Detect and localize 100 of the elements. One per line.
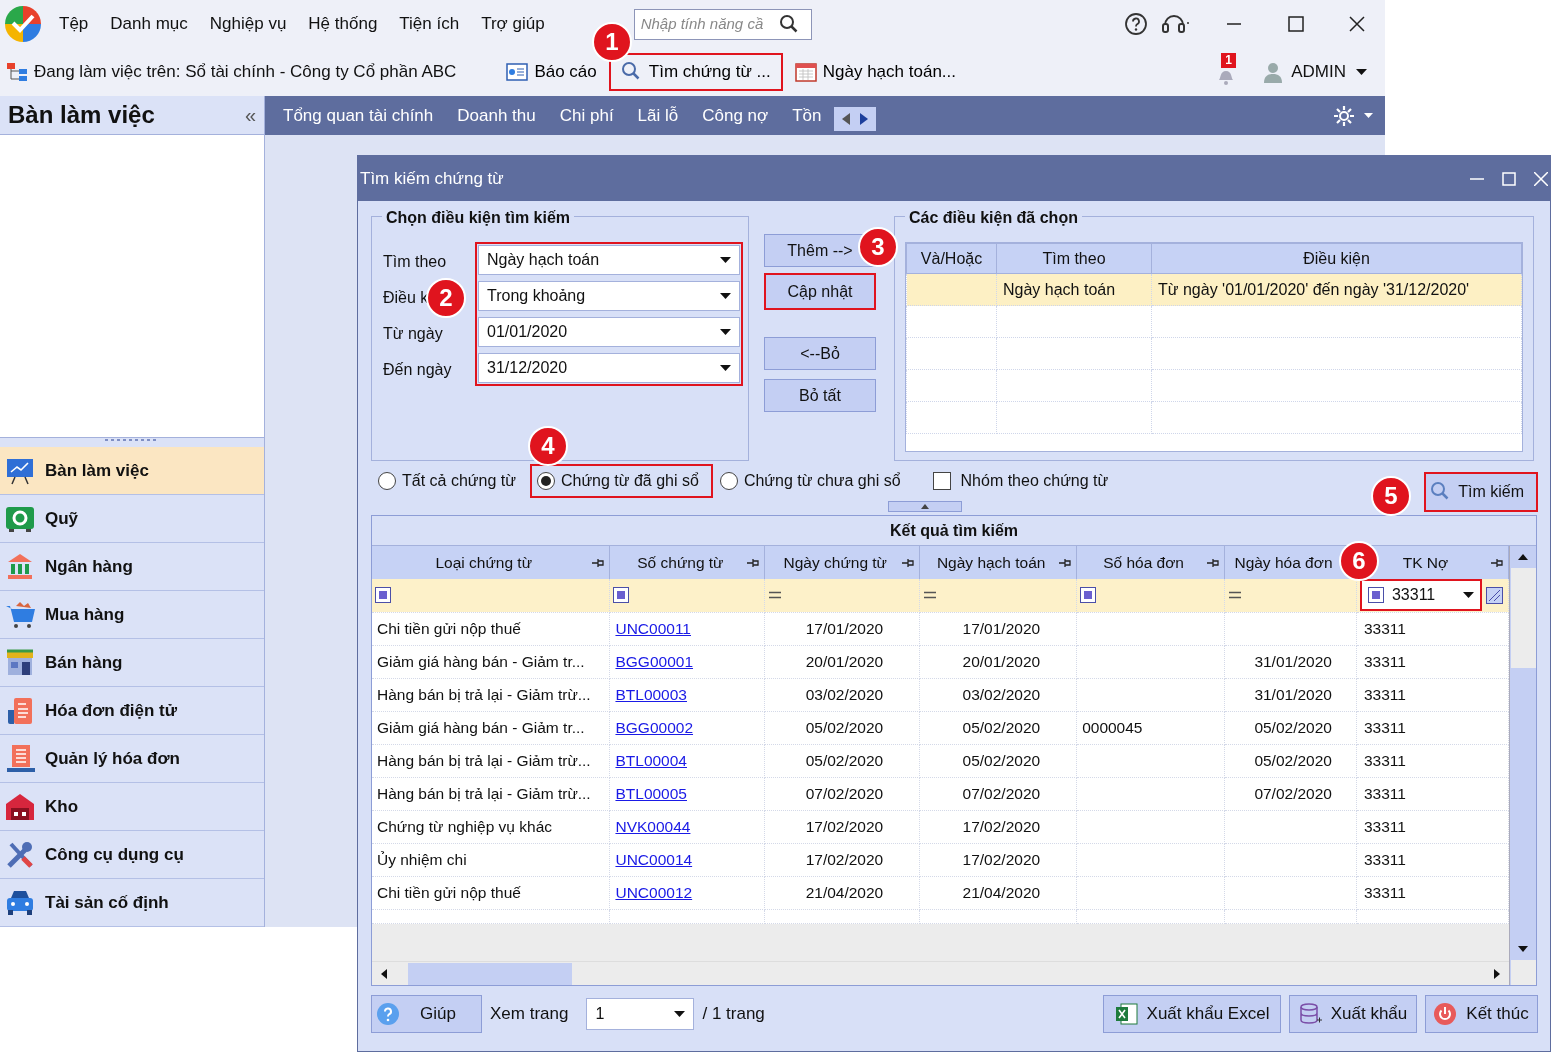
dropdown-field[interactable]: Trong khoảng: [478, 281, 740, 311]
pin-icon[interactable]: [746, 557, 761, 568]
table-cell: 17/02/2020: [919, 843, 1077, 876]
pin-icon[interactable]: [1058, 557, 1073, 568]
checkbox[interactable]: [932, 472, 951, 490]
sidebar-item[interactable]: Quản lý hóa đơn: [0, 735, 264, 783]
condition-row[interactable]: Ngày hạch toán Từ ngày '01/01/2020' đến ngày '31/12/2020': [906, 273, 1522, 306]
dashboard-tab[interactable]: Chi phí: [547, 102, 626, 129]
sidebar-item[interactable]: Mua hàng: [0, 591, 264, 639]
equals-icon[interactable]: [923, 591, 938, 600]
pin-icon[interactable]: [1490, 557, 1504, 568]
pin-icon[interactable]: [1206, 557, 1220, 568]
collapse-button[interactable]: «: [244, 100, 256, 130]
document-link[interactable]: BGG00001: [615, 652, 693, 670]
dashboard-tab[interactable]: Doanh thu: [445, 102, 548, 129]
document-link[interactable]: BTL00005: [615, 784, 687, 802]
horizontal-scrollbar[interactable]: [372, 961, 1509, 985]
document-link[interactable]: BTL00003: [615, 685, 687, 703]
pin-icon[interactable]: [901, 557, 916, 568]
action-button[interactable]: Cập nhật: [764, 273, 876, 310]
footer-button[interactable]: Xuất khẩu: [1289, 995, 1417, 1033]
document-link[interactable]: UNC00011: [615, 619, 691, 637]
panel-title: Kết quả tìm kiếm: [372, 516, 1536, 546]
menu-item[interactable]: Trợ giúp: [470, 11, 556, 37]
menu-item[interactable]: Tệp: [48, 11, 100, 37]
document-icon: [5, 695, 35, 726]
toolbar-button[interactable]: Ngày hạch toán...: [782, 53, 968, 91]
dropdown-field[interactable]: 01/01/2020: [478, 317, 740, 347]
document-link[interactable]: BGG00002: [615, 718, 693, 736]
dashboard-tab[interactable]: Tồn: [780, 102, 834, 129]
dropdown-field[interactable]: Ngày hạch toán: [478, 245, 740, 275]
search-button[interactable]: Tìm kiếm: [1424, 472, 1538, 512]
radio-label: Chứng từ đã ghi sổ: [560, 471, 699, 491]
dashboard-tab[interactable]: Tổng quan tài chính: [271, 102, 446, 129]
footer-button[interactable]: Xuất khẩu Excel: [1103, 995, 1281, 1033]
action-button[interactable]: <--Bỏ: [764, 337, 876, 370]
report-icon: [506, 63, 529, 81]
radio-button[interactable]: [719, 472, 738, 490]
equals-icon[interactable]: [768, 591, 783, 600]
sidebar-item[interactable]: Ngân hàng: [0, 543, 264, 591]
vertical-scrollbar[interactable]: [1509, 546, 1536, 985]
radio-button[interactable]: [536, 472, 555, 490]
sidebar-item[interactable]: Bán hàng: [0, 639, 264, 687]
equals-icon[interactable]: [1228, 591, 1242, 600]
tab-scroll-buttons[interactable]: [833, 106, 876, 131]
help-icon[interactable]: [1124, 12, 1148, 36]
action-button[interactable]: Bỏ tất: [764, 379, 876, 412]
page-dropdown[interactable]: 1: [586, 998, 695, 1030]
column-header: Tìm theo: [996, 243, 1152, 274]
footer-button[interactable]: Kết thúc: [1425, 995, 1538, 1033]
filter-operator-icon[interactable]: [375, 587, 391, 604]
table-cell: 33311: [1356, 777, 1509, 810]
sidebar-item[interactable]: Bàn làm việc: [0, 447, 264, 495]
table-cell: 17/02/2020: [764, 810, 920, 843]
table-cell: 05/02/2020: [919, 711, 1077, 744]
clear-filter-icon[interactable]: [1485, 586, 1503, 604]
caret-icon: [1364, 113, 1373, 118]
scrollbar-thumb[interactable]: [1510, 568, 1536, 668]
document-link[interactable]: UNC00012: [615, 883, 693, 901]
help-button[interactable]: Giúp: [371, 995, 482, 1033]
dropdown-field[interactable]: 31/12/2020: [478, 353, 740, 383]
radio-button[interactable]: [378, 472, 396, 490]
sidebar-item[interactable]: Tài sản cố định: [0, 879, 264, 927]
dashboard-tab[interactable]: Công nợ: [690, 102, 781, 129]
user-menu[interactable]: ADMIN: [1291, 59, 1346, 85]
notification-badge: 1: [1221, 53, 1236, 68]
page-total: / 1 trang: [702, 1003, 765, 1026]
sidebar-item[interactable]: Công cụ dụng cụ: [0, 831, 264, 879]
scrollbar-thumb[interactable]: [408, 962, 572, 985]
page-label: Xem trang: [490, 1003, 569, 1026]
filter-operator-icon[interactable]: [613, 587, 630, 604]
menu-item[interactable]: Tiện ích: [388, 11, 471, 37]
sidebar-title: Bàn làm việc: [8, 100, 155, 130]
close-icon[interactable]: [1349, 16, 1365, 32]
sidebar-item[interactable]: Quỹ: [0, 495, 264, 543]
collapse-handle[interactable]: [887, 501, 962, 512]
table-cell: 07/02/2020: [764, 777, 920, 810]
filter-operator-icon[interactable]: [1080, 587, 1097, 604]
document-link[interactable]: NVK00044: [615, 817, 691, 835]
table-cell: Hàng bán bị trả lại - Giảm trừ...: [372, 777, 610, 810]
table-cell: 33311: [1356, 810, 1509, 843]
table-cell: 17/01/2020: [764, 612, 920, 645]
menu-item[interactable]: Danh mục: [99, 11, 199, 37]
menu-item[interactable]: Hệ thống: [297, 11, 389, 37]
filter-dropdown[interactable]: 33311: [1359, 579, 1482, 612]
sidebar-item[interactable]: Hóa đơn điện tử: [0, 687, 264, 735]
settings-icon[interactable]: [1332, 103, 1356, 128]
document-link[interactable]: UNC00014: [615, 850, 693, 868]
menu-item[interactable]: Nghiệp vụ: [198, 11, 298, 37]
document-link[interactable]: BTL00004: [615, 751, 687, 769]
toolbar-button[interactable]: Tìm chứng từ ...: [608, 53, 783, 91]
dashboard-tab[interactable]: Lãi lỗ: [625, 102, 691, 129]
column-header: Và/Hoặc: [906, 243, 997, 274]
table-cell: 31/01/2020: [1224, 678, 1357, 711]
maximize-icon[interactable]: [1288, 16, 1304, 32]
scroll-right-icon[interactable]: [859, 112, 868, 125]
search-field[interactable]: Nhập tính năng cầ: [633, 8, 812, 40]
pin-icon[interactable]: [591, 557, 606, 568]
sidebar-item[interactable]: Kho: [0, 783, 264, 831]
app-logo: [4, 5, 42, 43]
